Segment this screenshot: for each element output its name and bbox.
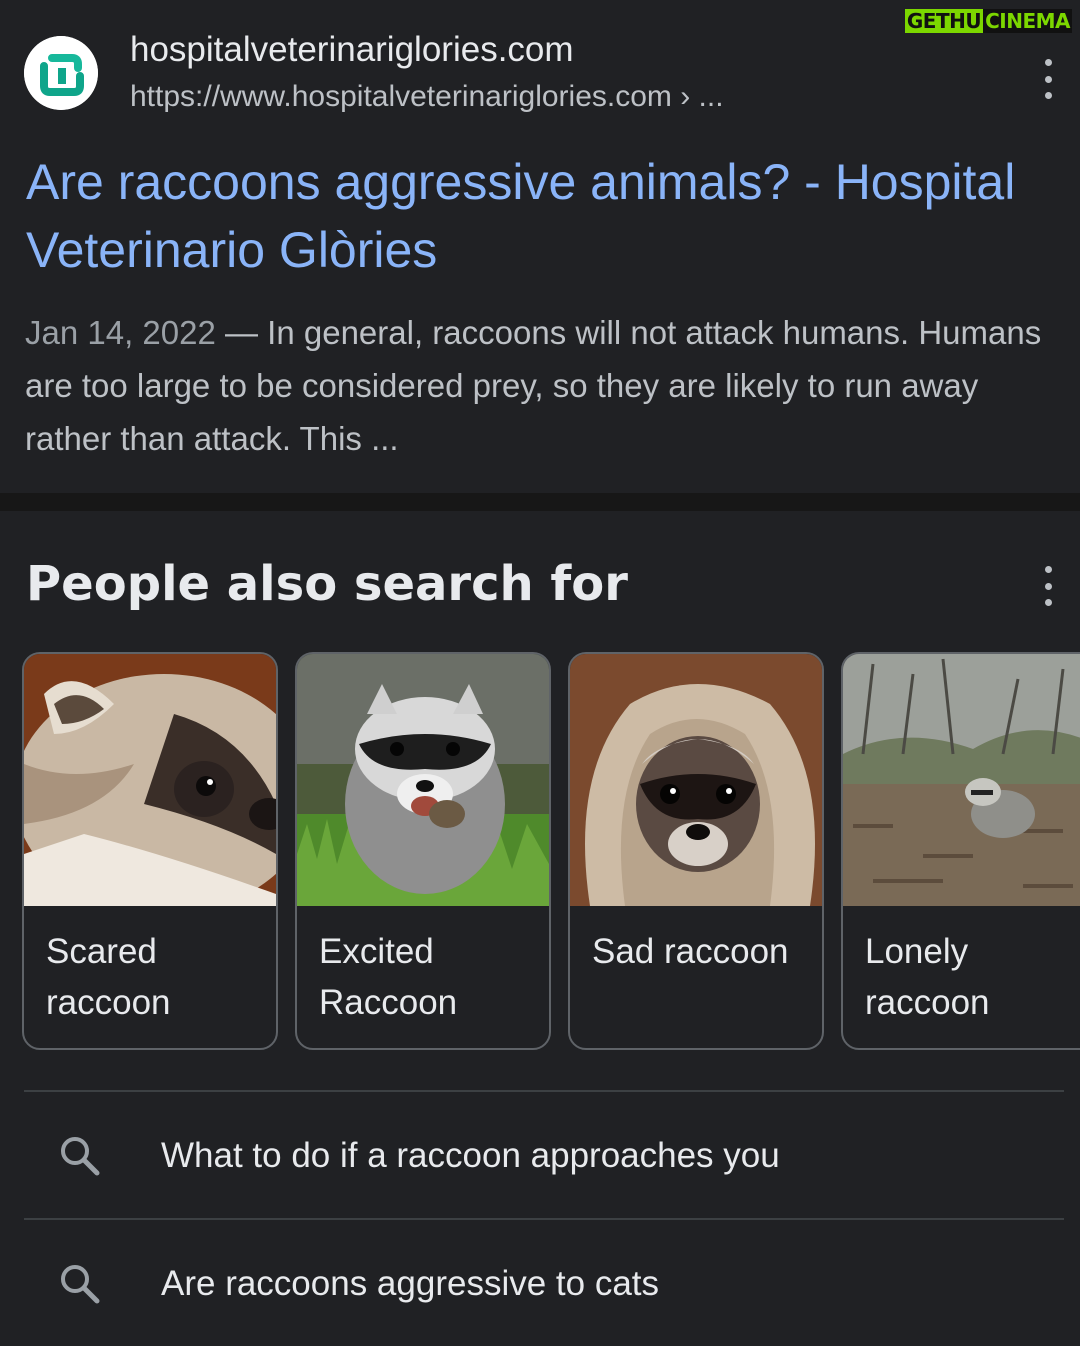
site-url[interactable]: https://www.hospitalveterinariglories.co…: [130, 80, 724, 114]
excited-raccoon-photo: [297, 654, 549, 906]
people-also-search-carousel[interactable]: Scared raccoon Excited Raccoon Sad racco…: [22, 652, 1080, 1052]
search-result: hospitalveterinariglories.com https://ww…: [0, 0, 1080, 493]
site-favicon-icon[interactable]: [24, 36, 98, 110]
related-search-text: Are raccoons aggressive to cats: [161, 1264, 660, 1303]
card-label: Scared raccoon: [46, 932, 171, 1022]
lonely-raccoon-photo: [843, 654, 1080, 906]
card-sad-raccoon[interactable]: Sad raccoon: [568, 652, 824, 1050]
people-also-search-title: People also search for: [26, 556, 628, 612]
site-name[interactable]: hospitalveterinariglories.com: [130, 30, 574, 70]
people-also-search-options-icon[interactable]: [1038, 566, 1058, 606]
result-title-link[interactable]: Are raccoons aggressive animals? - Hospi…: [26, 148, 1076, 284]
card-label: Excited Raccoon: [319, 932, 458, 1022]
search-icon: [61, 1265, 100, 1304]
related-search-item[interactable]: Are raccoons aggressive to cats: [0, 1220, 1080, 1346]
related-search-item[interactable]: What to do if a raccoon approaches you: [0, 1092, 1080, 1218]
card-lonely-raccoon[interactable]: Lonely raccoon: [841, 652, 1080, 1050]
sad-raccoon-photo: [570, 654, 822, 906]
related-search-text: What to do if a raccoon approaches you: [161, 1136, 780, 1175]
card-scared-raccoon[interactable]: Scared raccoon: [22, 652, 278, 1050]
more-options-icon[interactable]: [1038, 59, 1058, 99]
card-label: Sad raccoon: [592, 932, 789, 971]
result-date: Jan 14, 2022: [25, 314, 216, 351]
search-icon: [61, 1137, 100, 1176]
section-divider: [0, 493, 1080, 511]
scared-raccoon-photo: [24, 654, 276, 906]
card-label: Lonely raccoon: [865, 932, 990, 1022]
card-excited-raccoon[interactable]: Excited Raccoon: [295, 652, 551, 1050]
result-snippet: Jan 14, 2022 — In general, raccoons will…: [25, 306, 1065, 465]
